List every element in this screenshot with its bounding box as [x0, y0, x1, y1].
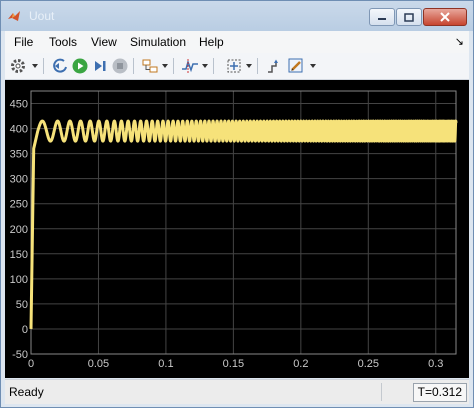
x-tick-label: 0 — [28, 358, 34, 370]
signal-line — [29, 119, 458, 329]
title-bar[interactable]: Uout — [1, 1, 473, 31]
minimize-button[interactable] — [369, 8, 395, 26]
step-back-button[interactable] — [51, 57, 69, 75]
step-back-icon — [53, 58, 67, 73]
zoom-dropdown-icon[interactable] — [246, 64, 252, 68]
x-tick-label: 0.15 — [223, 358, 244, 370]
status-text: Ready — [9, 385, 44, 399]
matlab-icon — [8, 11, 20, 21]
scope-chart[interactable]: 0 0.05 0.1 0.15 0.2 0.25 0.3 450 400 350 300 250 200… — [5, 80, 469, 378]
settings-dropdown-icon[interactable] — [32, 64, 38, 68]
x-tick-label: 0.3 — [428, 358, 443, 370]
zoom-button[interactable] — [225, 57, 243, 75]
settings-button[interactable] — [9, 57, 27, 75]
properties-icon — [288, 58, 303, 73]
highlight-dropdown-icon[interactable] — [162, 64, 168, 68]
y-tick-label: 400 — [10, 124, 28, 136]
window-title: Uout — [29, 9, 55, 23]
toolbar-separator — [133, 58, 134, 74]
menu-tools[interactable]: Tools — [49, 35, 77, 49]
toolbar — [5, 53, 469, 80]
status-divider — [381, 383, 382, 401]
menu-bar: File Tools View Simulation Help ↘ — [5, 31, 469, 54]
zoom-icon — [227, 59, 241, 73]
y-tick-label: 150 — [10, 249, 28, 261]
triggers-icon — [182, 59, 198, 73]
x-tick-label: 0.25 — [358, 358, 379, 370]
triggers-dropdown-icon[interactable] — [202, 64, 208, 68]
scope-plot-area[interactable]: 0 0.05 0.1 0.15 0.2 0.25 0.3 450 400 350 300 250 200… — [5, 80, 469, 378]
toolbar-separator — [173, 58, 174, 74]
y-tick-label: 250 — [10, 199, 28, 211]
step-forward-button[interactable] — [91, 57, 109, 75]
x-tick-label: 0.1 — [158, 358, 173, 370]
toolbar-separator — [257, 58, 258, 74]
status-bar: Ready T=0.312 — [5, 379, 469, 404]
y-tick-label: 300 — [10, 174, 28, 186]
simulation-time: T=0.312 — [412, 383, 467, 402]
highlight-simulink-block-icon — [142, 59, 158, 73]
y-tick-label: 50 — [16, 299, 28, 311]
gear-icon — [11, 59, 25, 73]
highlight-block-button[interactable] — [141, 57, 159, 75]
stop-icon — [112, 58, 128, 74]
close-button[interactable] — [423, 8, 467, 26]
minimize-icon — [378, 18, 386, 20]
step-forward-icon — [95, 61, 106, 71]
y-tick-label: -50 — [12, 349, 28, 361]
x-tick-label: 0.2 — [293, 358, 308, 370]
stop-button[interactable] — [111, 57, 129, 75]
properties-dropdown-icon[interactable] — [310, 64, 316, 68]
menu-simulation[interactable]: Simulation — [130, 35, 186, 49]
toolbar-separator — [213, 58, 214, 74]
scope-window: Uout File Tools View Simulation Help ↘ 0… — [0, 0, 474, 408]
close-icon — [440, 12, 450, 22]
run-button[interactable] — [71, 57, 89, 75]
toolbar-separator — [43, 58, 44, 74]
dock-arrow-icon[interactable]: ↘ — [455, 35, 464, 48]
properties-button[interactable] — [287, 57, 305, 75]
autoscale-icon — [268, 59, 278, 73]
maximize-button[interactable] — [396, 8, 422, 26]
maximize-icon — [404, 12, 414, 22]
autoscale-button[interactable] — [265, 57, 283, 75]
menu-file[interactable]: File — [14, 35, 33, 49]
y-tick-label: 200 — [10, 224, 28, 236]
x-tick-label: 0.05 — [88, 358, 109, 370]
y-tick-label: 100 — [10, 274, 28, 286]
run-icon — [72, 58, 88, 74]
menu-view[interactable]: View — [91, 35, 117, 49]
menu-help[interactable]: Help — [199, 35, 224, 49]
y-tick-label: 350 — [10, 149, 28, 161]
y-tick-label: 0 — [22, 324, 28, 336]
y-tick-label: 450 — [10, 99, 28, 111]
triggers-button[interactable] — [181, 57, 199, 75]
